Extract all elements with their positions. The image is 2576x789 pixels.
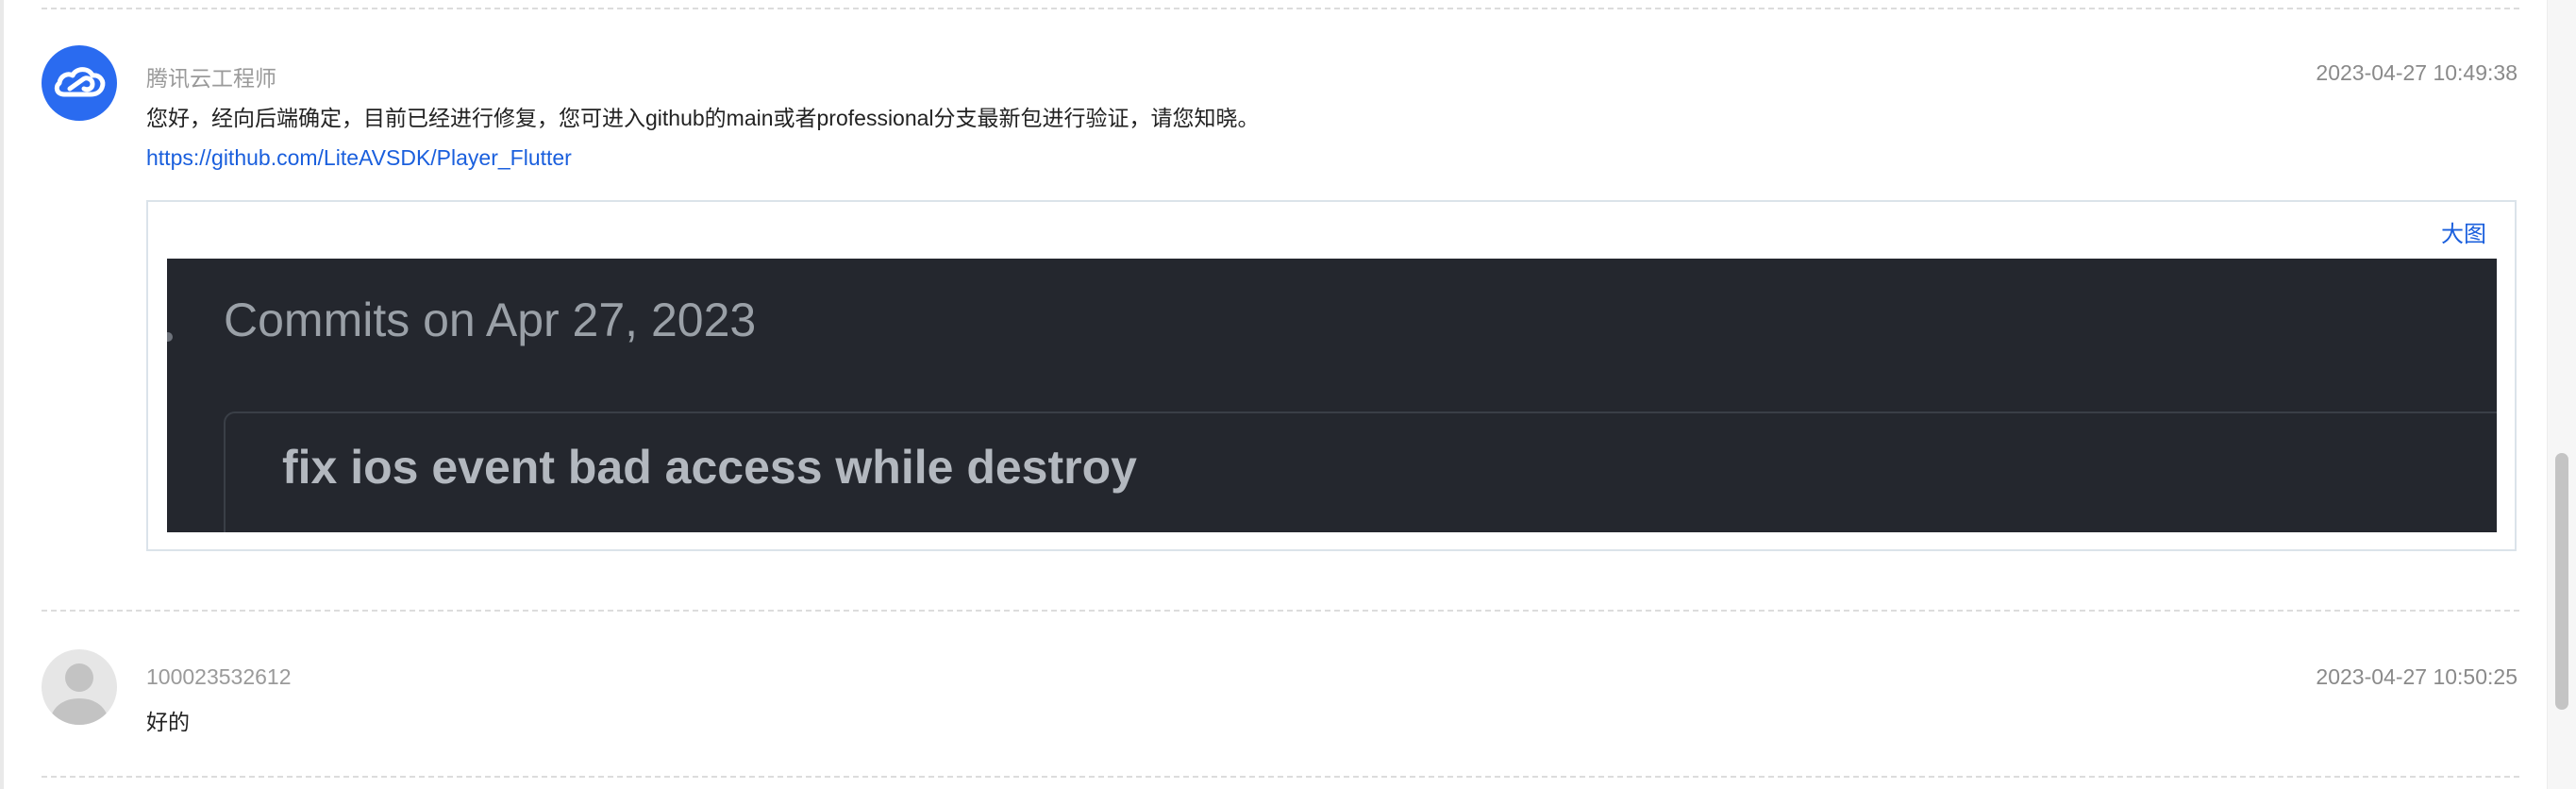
image-attachment: 大图 Commits on Apr 27, 2023 fix ios event… <box>146 200 2517 551</box>
screenshot-commit-card: fix ios event bad access while destroy <box>224 411 2497 532</box>
divider-bottom <box>42 776 2519 778</box>
divider-middle <box>42 610 2519 612</box>
tencent-cloud-logo-icon <box>42 45 117 121</box>
message-timestamp: 2023-04-27 10:49:38 <box>2316 60 2517 85</box>
message-timestamp: 2023-04-27 10:50:25 <box>2316 664 2517 689</box>
message-link[interactable]: https://github.com/LiteAVSDK/Player_Flut… <box>146 145 572 171</box>
comment-thread-page: 腾讯云工程师 2023-04-27 10:49:38 您好，经向后端确定，目前已… <box>0 0 2576 789</box>
divider-top <box>42 8 2519 9</box>
message-text: 好的 <box>146 710 190 734</box>
scrollbar-thumb[interactable] <box>2555 453 2568 710</box>
message-author: 100023532612 <box>146 664 292 689</box>
screenshot-heading: Commits on Apr 27, 2023 <box>224 294 757 346</box>
default-user-avatar-icon <box>42 649 117 725</box>
timeline-dot-icon <box>167 332 173 342</box>
page-left-border <box>0 0 4 789</box>
message-author: 腾讯云工程师 <box>146 66 276 91</box>
screenshot-commit-title: fix ios event bad access while destroy <box>282 441 1137 494</box>
view-large-image-button[interactable]: 大图 <box>2441 215 2486 248</box>
vertical-scrollbar[interactable] <box>2547 0 2576 789</box>
message-text: 您好，经向后端确定，目前已经进行修复，您可进入github的main或者prof… <box>146 106 1260 130</box>
attachment-screenshot[interactable]: Commits on Apr 27, 2023 fix ios event ba… <box>167 259 2497 532</box>
